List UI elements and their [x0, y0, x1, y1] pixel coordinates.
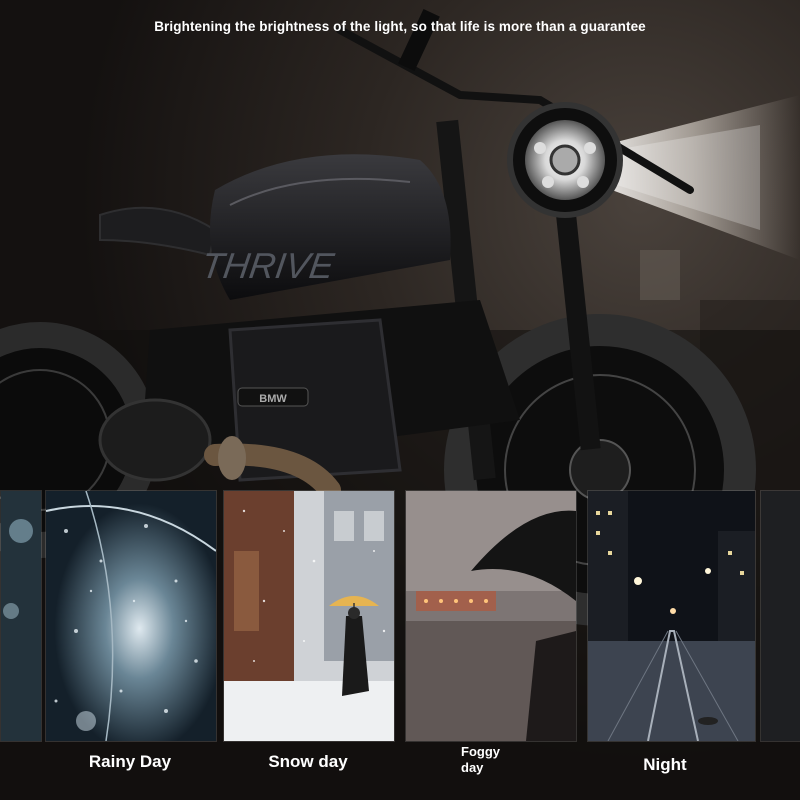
caption-foggy-day: Foggy day	[461, 744, 500, 775]
tank-lettering: THRIVE	[199, 245, 338, 286]
scene-panel-right-edge	[760, 490, 800, 742]
headline: Brightening the brightness of the light,…	[154, 19, 646, 34]
caption-snow-day: Snow day	[268, 752, 348, 771]
scene-panel-rainy	[45, 490, 217, 742]
scene-panel-night	[587, 490, 756, 742]
scene-panel-foggy	[405, 490, 577, 742]
engine-lettering: BMW	[259, 393, 287, 405]
scene-panel-left-edge	[0, 490, 42, 742]
caption-night: Night	[643, 755, 687, 774]
scene-panel-snow	[223, 490, 395, 742]
caption-rainy-day: Rainy Day	[88, 752, 172, 771]
